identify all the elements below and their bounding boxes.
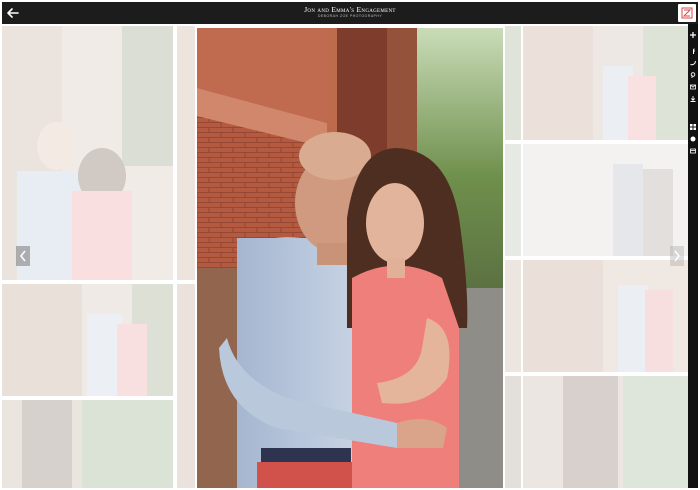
gallery-thumbnail[interactable]	[505, 376, 521, 488]
share-facebook-button[interactable]	[688, 46, 698, 56]
share-twitter-button[interactable]	[688, 58, 698, 68]
pinterest-icon	[690, 72, 696, 78]
gallery-thumbnail[interactable]	[523, 144, 688, 256]
back-arrow-icon	[7, 8, 19, 18]
twitter-icon	[690, 60, 696, 66]
grid-icon	[690, 124, 696, 130]
next-photo-button[interactable]	[670, 246, 684, 266]
featured-photo[interactable]	[197, 28, 503, 488]
gallery-thumbnail[interactable]	[2, 400, 173, 488]
gallery-thumbnail[interactable]	[2, 284, 173, 396]
share-email-button[interactable]	[688, 82, 698, 92]
download-icon	[690, 96, 696, 102]
cart-button[interactable]	[688, 146, 698, 156]
slideshow-icon	[690, 136, 696, 142]
back-button[interactable]	[2, 2, 24, 24]
gallery-title: Jon and Emma's Engagement	[304, 5, 396, 14]
photographer-name: DEBORAH ZOE PHOTOGRAPHY	[317, 14, 383, 18]
gallery-thumbnail[interactable]	[523, 26, 688, 140]
gallery-thumbnail[interactable]	[177, 284, 195, 488]
slideshow-button[interactable]	[688, 134, 698, 144]
gallery-thumbnail[interactable]	[523, 260, 688, 372]
grid-view-button[interactable]	[688, 122, 698, 132]
top-bar: Jon and Emma's Engagement DEBORAH ZOE PH…	[2, 2, 698, 24]
gallery-heading: Jon and Emma's Engagement DEBORAH ZOE PH…	[152, 5, 548, 19]
share-pinterest-button[interactable]	[688, 70, 698, 80]
plus-icon	[690, 32, 696, 38]
chevron-right-icon	[674, 250, 680, 262]
gallery-thumbnail[interactable]	[523, 376, 688, 488]
photographer-logo[interactable]	[678, 4, 696, 22]
gallery-thumbnail[interactable]	[505, 144, 521, 256]
chevron-left-icon	[20, 250, 26, 262]
facebook-icon	[693, 48, 695, 54]
previous-photo-button[interactable]	[16, 246, 30, 266]
download-button[interactable]	[688, 94, 698, 104]
cart-icon	[690, 148, 696, 154]
photo-gallery	[2, 26, 688, 488]
photographer-logo-icon	[681, 7, 693, 19]
gallery-thumbnail[interactable]	[2, 26, 173, 280]
gallery-thumbnail[interactable]	[177, 26, 195, 280]
email-icon	[690, 84, 696, 90]
share-rail	[688, 24, 698, 488]
gallery-thumbnail[interactable]	[505, 260, 521, 372]
add-button[interactable]	[688, 30, 698, 40]
gallery-thumbnail[interactable]	[505, 26, 521, 140]
